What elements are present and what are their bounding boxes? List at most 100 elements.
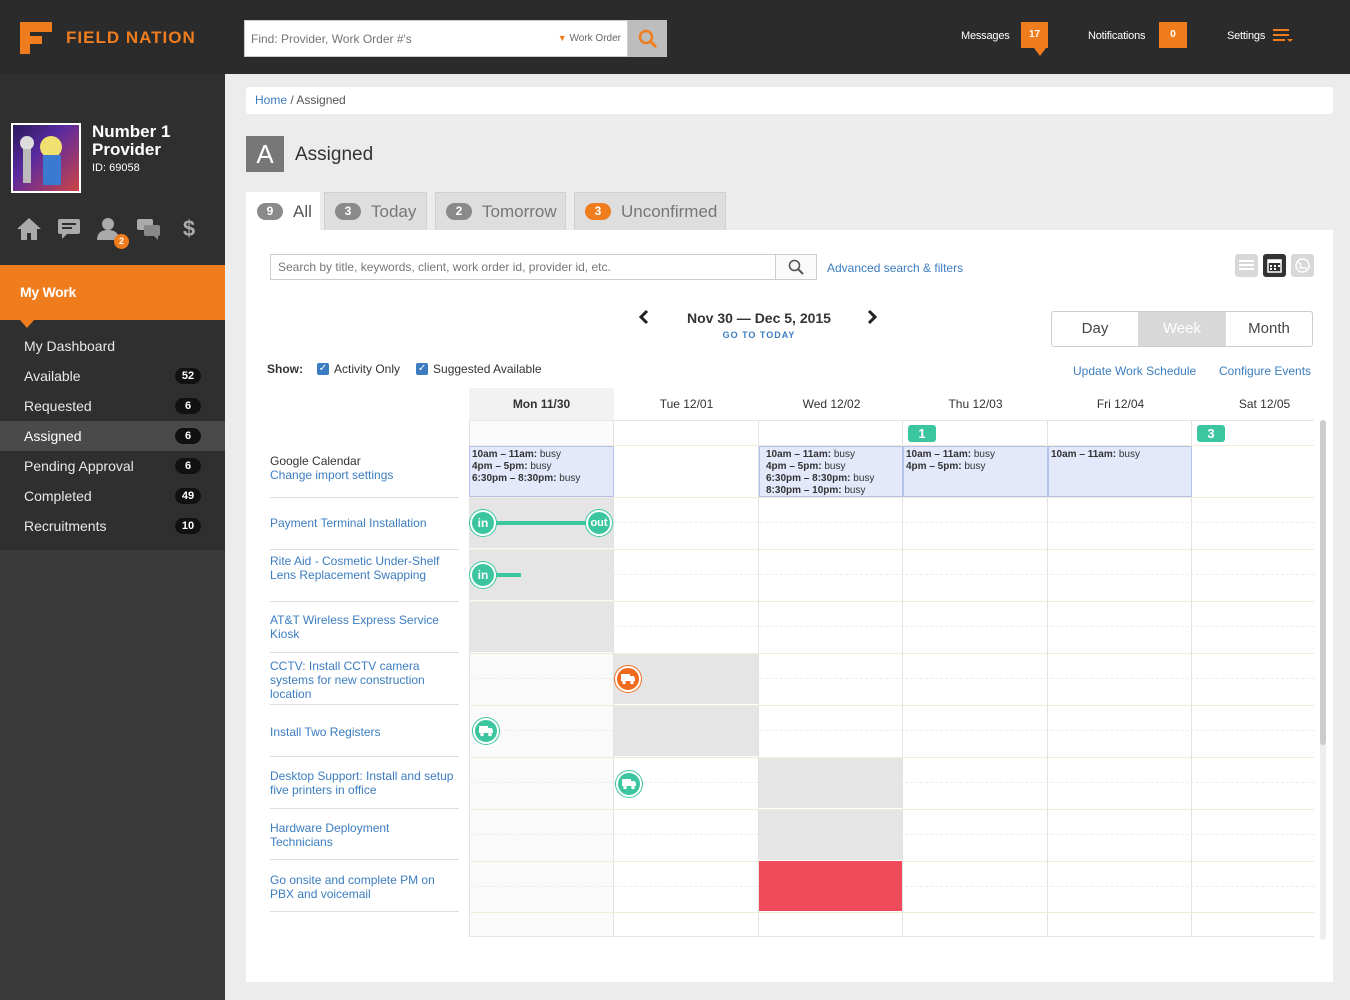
check-in-marker[interactable]: in [470,510,496,536]
checkin-track [483,521,599,525]
map-view-button[interactable] [1291,254,1314,277]
work-order-link[interactable]: Rite Aid - Cosmetic Under-Shelf Lens Rep… [270,554,455,582]
logo[interactable]: FIELD NATION [20,22,196,54]
row-divider [270,859,459,860]
suggested-available-label[interactable]: Suggested Available [433,362,542,376]
sidebar-item-label: Available [24,368,81,384]
day-event-count-sat[interactable]: 3 [1197,425,1225,442]
day-event-count-thu[interactable]: 1 [908,425,936,442]
sidebar-item-available[interactable]: Available 52 [0,361,225,391]
tab-unconfirmed[interactable]: 3 Unconfirmed [574,192,726,230]
calendar-scrollbar[interactable] [1320,420,1326,940]
busy-time: 4pm – 5pm: [472,461,528,472]
profile-name[interactable]: Number 1 Provider [92,123,222,159]
avatar[interactable] [11,123,81,193]
menu-icon[interactable] [1273,28,1293,44]
work-order-search-input[interactable]: Search by title, keywords, client, work … [270,254,776,280]
work-order-search-button[interactable] [775,254,817,280]
tab-today[interactable]: 3 Today [324,192,427,230]
busy-block-fri[interactable]: 10am – 11am: busy [1048,446,1192,497]
busy-status: busy [841,485,866,496]
suggested-available-checkbox[interactable]: ✓ [416,363,429,375]
chat-icon[interactable] [134,214,164,244]
my-work-header[interactable]: My Work [0,265,225,320]
busy-time: 6:30pm – 8:30pm: [472,473,557,484]
activity-only-checkbox[interactable]: ✓ [317,363,329,375]
busy-block-thu[interactable]: 10am – 11am: busy 4pm – 5pm: busy [903,446,1048,497]
dollar-icon[interactable]: $ [174,214,204,244]
tab-count: 3 [585,203,611,220]
next-week-button[interactable] [866,309,878,330]
logo-mark-icon [20,22,52,54]
assignment-block[interactable] [759,758,902,808]
truck-icon[interactable] [615,666,641,692]
previous-week-button[interactable] [638,309,650,330]
sidebar-item-pending-approval[interactable]: Pending Approval 6 [0,451,225,481]
change-import-settings-link[interactable]: Change import settings [270,468,393,482]
tab-label: Today [371,201,417,221]
chevron-right-icon [867,309,878,325]
breadcrumb-home-link[interactable]: Home [255,93,287,107]
sidebar-item-my-dashboard[interactable]: My Dashboard [0,331,225,361]
search-scope-select[interactable]: ▼ Work Order [558,33,621,44]
truck-icon[interactable] [616,771,642,797]
global-search-button[interactable] [628,20,667,57]
logo-text: FIELD NATION [66,28,196,47]
sidebar-item-completed[interactable]: Completed 49 [0,481,225,511]
settings-link[interactable]: Settings [1227,30,1265,42]
messages-link[interactable]: Messages [961,30,1010,42]
grid-line [469,678,1314,679]
assignment-block[interactable] [759,810,902,860]
work-order-link[interactable]: Desktop Support: Install and setup five … [270,769,455,797]
sidebar-item-label: Pending Approval [24,458,134,474]
go-to-today-link[interactable]: GO TO TODAY [659,330,859,340]
busy-entry: 6:30pm – 8:30pm: busy [766,473,900,485]
busy-entry: 10am – 11am: busy [906,449,1045,461]
sidebar-item-count: 49 [175,488,201,504]
sidebar-item-requested[interactable]: Requested 6 [0,391,225,421]
list-view-button[interactable] [1235,254,1258,277]
message-icon[interactable] [54,214,84,244]
messages-badge[interactable]: 17 [1021,22,1048,48]
sidebar-profile: Number 1 Provider ID: 69058 $ 2 My Work … [0,74,225,550]
sidebar-item-label: Assigned [24,428,82,444]
work-order-link[interactable]: Payment Terminal Installation [270,516,455,530]
notifications-badge[interactable]: 0 [1159,22,1187,48]
check-out-marker[interactable]: out [586,510,612,536]
chevron-left-icon [638,309,649,325]
busy-block-mon[interactable]: 10am – 11am: busy 4pm – 5pm: busy 6:30pm… [469,446,614,497]
work-order-link[interactable]: Install Two Registers [270,725,455,739]
check-in-marker[interactable]: in [470,562,496,588]
update-work-schedule-link[interactable]: Update Work Schedule [1073,364,1196,378]
activity-only-label[interactable]: Activity Only [334,362,400,376]
day-header-mon: Mon 11/30 [469,388,614,420]
sidebar-item-assigned[interactable]: Assigned 6 [0,421,225,451]
configure-events-link[interactable]: Configure Events [1219,364,1311,378]
view-week-button[interactable]: Week [1138,312,1225,346]
tab-tomorrow[interactable]: 2 Tomorrow [435,192,566,230]
work-order-link[interactable]: Hardware Deployment Technicians [270,821,455,849]
sidebar-item-recruitments[interactable]: Recruitments 10 [0,511,225,541]
work-order-link[interactable]: AT&T Wireless Express Service Kiosk [270,613,455,641]
scrollbar-thumb[interactable] [1320,420,1326,745]
assignment-block[interactable] [614,706,758,756]
day-header-thu: Thu 12/03 [948,397,1003,411]
global-search-input[interactable] [245,21,545,56]
advanced-search-link[interactable]: Advanced search & filters [827,261,963,275]
day-header-tue: Tue 12/01 [659,397,714,411]
busy-status: busy [831,449,855,460]
tab-all[interactable]: 9 All [246,192,320,230]
calendar-view-button[interactable] [1263,254,1286,277]
busy-block-wed[interactable]: 10am – 11am: busy 4pm – 5pm: busy 6:30pm… [759,446,903,497]
overdue-assignment-block[interactable] [759,861,902,911]
home-icon[interactable] [14,214,44,244]
view-day-button[interactable]: Day [1052,312,1138,346]
work-order-link[interactable]: Go onsite and complete PM on PBX and voi… [270,873,455,901]
page-title: Assigned [295,144,374,165]
profile-id: ID: 69058 [92,162,140,174]
view-month-button[interactable]: Month [1225,312,1312,346]
assignment-block[interactable] [469,602,613,652]
truck-icon[interactable] [473,718,499,744]
work-order-link[interactable]: CCTV: Install CCTV camera systems for ne… [270,659,455,701]
notifications-link[interactable]: Notifications [1088,30,1146,42]
